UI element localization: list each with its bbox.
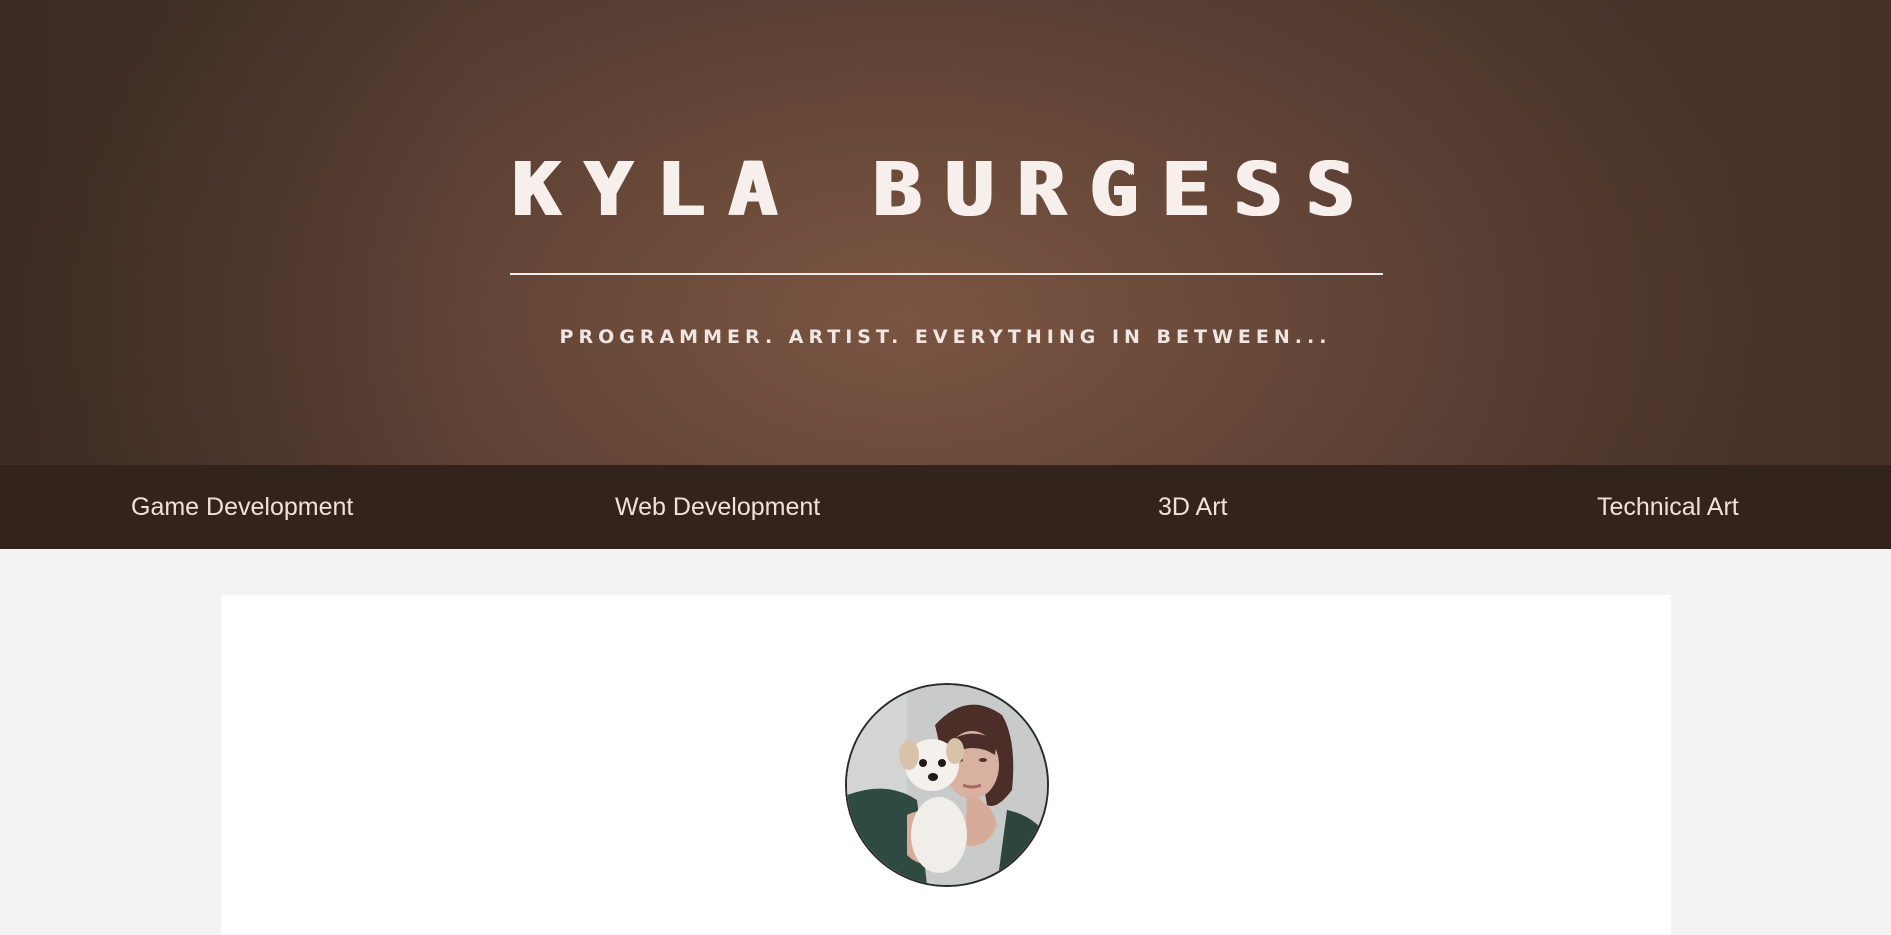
main-nav: Game Development Web Development 3D Art …	[0, 465, 1891, 549]
title-divider	[510, 273, 1383, 275]
hero-banner: KYLA BURGESS PROGRAMMER. ARTIST. EVERYTH…	[0, 0, 1891, 465]
site-tagline: PROGRAMMER. ARTIST. EVERYTHING IN BETWEE…	[559, 326, 1332, 348]
profile-photo-icon	[847, 685, 1047, 885]
nav-item-game-development[interactable]: Game Development	[131, 465, 353, 549]
nav-item-3d-art[interactable]: 3D Art	[1158, 465, 1227, 549]
profile-avatar	[845, 683, 1049, 887]
nav-item-technical-art[interactable]: Technical Art	[1597, 465, 1739, 549]
site-title: KYLA BURGESS	[512, 146, 1379, 233]
nav-item-web-development[interactable]: Web Development	[615, 465, 820, 549]
